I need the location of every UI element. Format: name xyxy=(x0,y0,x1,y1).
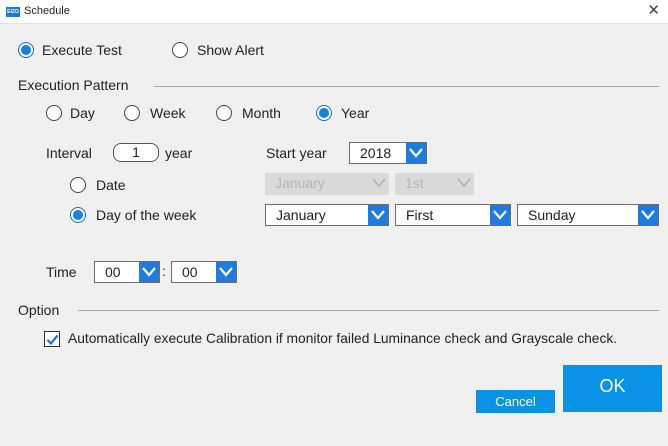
dow-weekday-value: Sunday xyxy=(528,207,576,223)
dow-month-value: January xyxy=(276,207,326,223)
auto-calibration-checkbox[interactable] xyxy=(44,331,60,347)
window-title: Schedule xyxy=(24,5,70,17)
auto-calibration-label: Automatically execute Calibration if mon… xyxy=(68,331,618,346)
show-alert-label: Show Alert xyxy=(197,42,264,58)
start-year-value: 2018 xyxy=(360,145,392,161)
chevron-down-icon xyxy=(454,173,474,193)
option-divider xyxy=(78,310,659,311)
execution-pattern-divider xyxy=(154,86,659,87)
option-heading: Option xyxy=(18,302,60,318)
close-icon[interactable]: ✕ xyxy=(647,2,660,20)
pattern-week-label: Week xyxy=(150,105,186,121)
date-month-value: January xyxy=(275,175,325,191)
chevron-down-icon xyxy=(139,262,159,282)
pattern-day-radio[interactable] xyxy=(46,105,62,121)
date-day-select[interactable]: 1st xyxy=(395,173,474,195)
dow-ordinal-value: First xyxy=(406,207,434,223)
execute-test-label: Execute Test xyxy=(42,42,122,58)
cancel-button[interactable]: Cancel xyxy=(476,390,555,413)
chevron-down-icon xyxy=(368,205,388,225)
app-logo-icon: EIZO xyxy=(6,7,20,17)
chevron-down-icon xyxy=(216,262,236,282)
pattern-day-label: Day xyxy=(70,105,95,121)
day-of-week-radio[interactable] xyxy=(70,207,86,223)
show-alert-radio[interactable] xyxy=(172,42,188,58)
start-year-select[interactable]: 2018 xyxy=(349,142,427,164)
pattern-month-radio[interactable] xyxy=(216,105,232,121)
dow-month-select[interactable]: January xyxy=(265,204,389,226)
ok-button[interactable]: OK xyxy=(563,365,662,412)
time-minute-value: 00 xyxy=(182,264,198,280)
execution-pattern-heading: Execution Pattern xyxy=(18,77,129,93)
date-label: Date xyxy=(96,177,126,193)
time-minute-select[interactable]: 00 xyxy=(171,261,237,283)
time-label: Time xyxy=(46,264,77,280)
start-year-label: Start year xyxy=(266,145,327,161)
interval-label: Interval xyxy=(46,145,92,161)
time-separator: : xyxy=(162,263,166,279)
day-of-week-label: Day of the week xyxy=(96,207,197,223)
checkmark-icon xyxy=(46,334,59,346)
chevron-down-icon xyxy=(406,143,426,163)
title-bar: EIZO Schedule ✕ xyxy=(0,0,668,24)
execute-test-radio[interactable] xyxy=(18,42,34,58)
interval-unit-label: year xyxy=(165,145,193,161)
date-radio[interactable] xyxy=(70,177,86,193)
date-day-value: 1st xyxy=(405,175,424,191)
dow-ordinal-select[interactable]: First xyxy=(395,204,511,226)
chevron-down-icon xyxy=(638,205,658,225)
dow-weekday-select[interactable]: Sunday xyxy=(517,204,659,226)
chevron-down-icon xyxy=(490,205,510,225)
chevron-down-icon xyxy=(369,173,389,193)
time-hour-select[interactable]: 00 xyxy=(94,261,160,283)
pattern-week-radio[interactable] xyxy=(124,105,140,121)
pattern-month-label: Month xyxy=(242,105,281,121)
time-hour-value: 00 xyxy=(105,264,121,280)
date-month-select[interactable]: January xyxy=(265,173,389,195)
interval-input[interactable]: 1 xyxy=(113,143,159,162)
pattern-year-label: Year xyxy=(341,105,370,121)
pattern-year-radio[interactable] xyxy=(316,105,332,121)
